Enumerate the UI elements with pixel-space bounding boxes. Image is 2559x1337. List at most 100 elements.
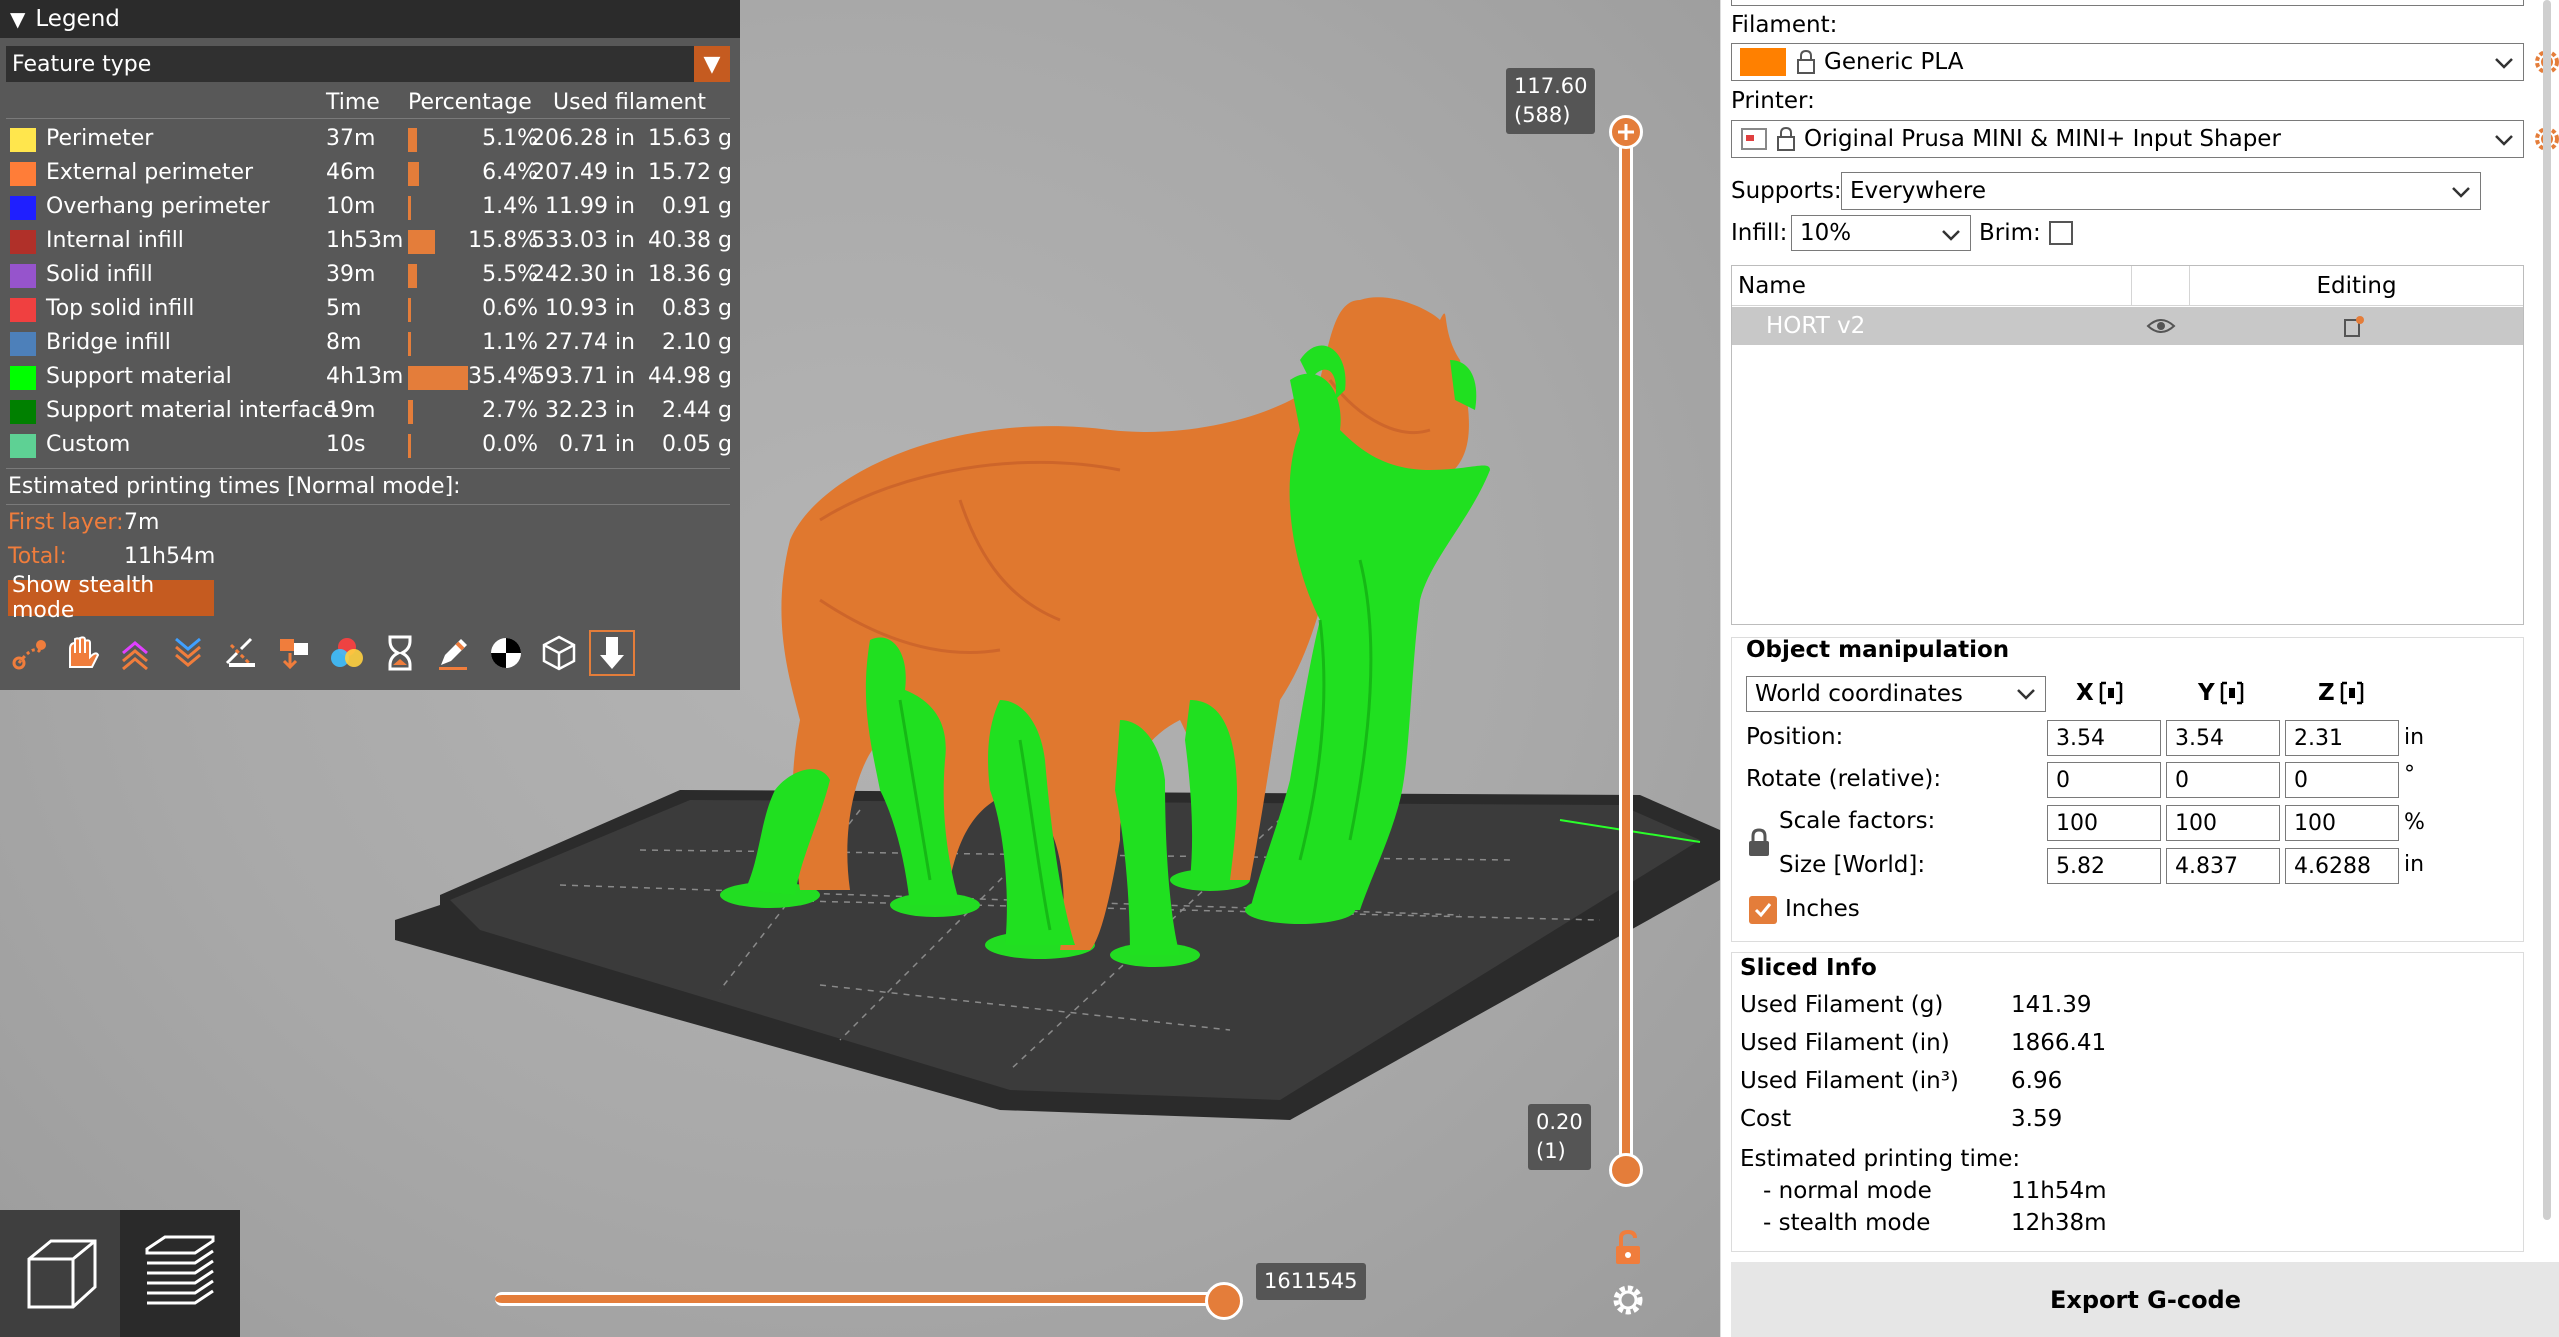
axis-z-icon: [2340, 681, 2363, 705]
axis-y-icon: [2220, 681, 2243, 705]
wipe-icon[interactable]: [59, 630, 105, 676]
rotate-unit: °: [2404, 762, 2415, 787]
scale-z-input[interactable]: 100: [2285, 805, 2399, 841]
center-of-gravity-icon[interactable]: [483, 630, 529, 676]
scale-x-input[interactable]: 100: [2047, 805, 2161, 841]
object-name: HORT v2: [1766, 313, 1866, 339]
scale-label: Scale factors:: [1779, 808, 1936, 834]
edit-object-icon[interactable]: [2342, 313, 2368, 339]
color-changes-icon[interactable]: [324, 630, 370, 676]
legend-row[interactable]: Support material interface 19m 2.7% 32.23 i…: [0, 394, 740, 428]
legend-percentage-bar: [408, 230, 435, 254]
position-x-input[interactable]: 3.54: [2047, 720, 2161, 756]
brim-checkbox[interactable]: [2049, 221, 2073, 245]
scale-lock-icon[interactable]: [1747, 828, 1771, 858]
rotate-x-input[interactable]: 0: [2047, 762, 2161, 798]
size-x-input[interactable]: 5.82: [2047, 848, 2161, 884]
size-z-input[interactable]: 4.6288: [2285, 848, 2399, 884]
shells-icon[interactable]: [536, 630, 582, 676]
legend-row[interactable]: Internal infill 1h53m 15.8% 533.03 in 40.38 …: [0, 224, 740, 258]
top-layer-tooltip: 117.60 (588): [1506, 68, 1596, 134]
travel-icon[interactable]: [6, 630, 52, 676]
layer-slider-top-handle[interactable]: [1609, 115, 1643, 149]
legend-color-swatch: [10, 400, 36, 424]
used-filament-in-label: Used Filament (in): [1740, 1030, 1950, 1056]
legend-header[interactable]: ▼ Legend: [0, 0, 740, 38]
legend-row[interactable]: Bridge infill 8m 1.1% 27.74 in 2.10 g: [0, 326, 740, 360]
legend-feature-name: Support material interface: [46, 398, 337, 423]
legend-feature-name: External perimeter: [46, 160, 254, 185]
first-layer-label: First layer:: [8, 510, 124, 535]
layer-slider-track[interactable]: [1619, 122, 1633, 1172]
supports-combo[interactable]: Everywhere: [1841, 172, 2481, 210]
deretractions-icon[interactable]: [165, 630, 211, 676]
legend-row[interactable]: Solid infill 39m 5.5% 242.30 in 18.36 g: [0, 258, 740, 292]
legend-row[interactable]: Top solid infill 5m 0.6% 10.93 in 0.83 g: [0, 292, 740, 326]
used-filament-in3-value: 6.96: [2011, 1068, 2063, 1094]
legend-row[interactable]: Support material 4h13m 35.4% 593.71 in 44.98…: [0, 360, 740, 394]
object-list[interactable]: Name Editing HORT v2: [1731, 265, 2524, 625]
pause-icon[interactable]: [377, 630, 423, 676]
coordinates-combo[interactable]: World coordinates: [1746, 676, 2046, 712]
3d-view-button[interactable]: [0, 1210, 120, 1337]
scale-y-input[interactable]: 100: [2166, 805, 2280, 841]
rotate-y-input[interactable]: 0: [2166, 762, 2280, 798]
show-stealth-mode-button[interactable]: Show stealth mode: [8, 573, 214, 623]
legend-length: 27.74 in: [544, 330, 635, 355]
legend-row[interactable]: Custom 10s 0.0% 0.71 in 0.05 g: [0, 428, 740, 462]
export-gcode-button[interactable]: Export G-code: [1731, 1262, 2559, 1337]
object-row[interactable]: HORT v2: [1732, 307, 2523, 345]
3d-viewport[interactable]: ▼ Legend Feature type ▼ Time Percentage …: [0, 0, 1720, 1337]
tool-marker-icon[interactable]: [589, 630, 635, 676]
column-editing[interactable]: Editing: [2190, 266, 2523, 306]
filament-combo[interactable]: Generic PLA: [1731, 43, 2524, 81]
total-value: 11h54m: [124, 544, 216, 569]
move-slider-handle[interactable]: [1205, 1282, 1243, 1320]
rotate-z-input[interactable]: 0: [2285, 762, 2399, 798]
column-visibility[interactable]: [2132, 266, 2190, 306]
axis-z-label: Z: [2318, 680, 2335, 706]
legend-row[interactable]: External perimeter 46m 6.4% 207.49 in 15.72 …: [0, 156, 740, 190]
tool-changes-icon[interactable]: [271, 630, 317, 676]
used-filament-g-label: Used Filament (g): [1740, 992, 1944, 1018]
collapse-triangle-icon[interactable]: ▼: [10, 7, 25, 31]
chevron-down-icon: [2495, 135, 2513, 146]
printer-combo[interactable]: Original Prusa MINI & MINI+ Input Shaper: [1731, 120, 2524, 158]
legend-length: 11.99 in: [544, 194, 635, 219]
legend-row[interactable]: Overhang perimeter 10m 1.4% 11.99 in 0.91 g: [0, 190, 740, 224]
retractions-icon[interactable]: [112, 630, 158, 676]
eye-icon[interactable]: [2146, 316, 2176, 336]
column-name[interactable]: Name: [1732, 266, 2132, 306]
lock-icon: [1777, 126, 1795, 151]
panel-scrollbar[interactable]: [2543, 0, 2551, 1220]
header-time: Time: [326, 90, 380, 115]
size-y-input[interactable]: 4.837: [2166, 848, 2280, 884]
legend-percentage: 15.8%: [468, 228, 538, 253]
legend-time: 10s: [326, 432, 366, 457]
custom-gcode-icon[interactable]: [430, 630, 476, 676]
lock-icon: [1797, 49, 1815, 74]
layer-slider-bottom-handle[interactable]: [1609, 1153, 1643, 1187]
legend-color-swatch: [10, 230, 36, 254]
infill-combo[interactable]: 10%: [1791, 215, 1971, 251]
legend-column-headers: Time Percentage Used filament: [0, 84, 740, 118]
legend-row[interactable]: Perimeter 37m 5.1% 206.28 in 15.63 g: [0, 122, 740, 156]
dropdown-arrow-icon[interactable]: ▼: [694, 46, 730, 82]
position-z-input[interactable]: 2.31: [2285, 720, 2399, 756]
legend-percentage-bar: [408, 162, 419, 186]
position-y-input[interactable]: 3.54: [2166, 720, 2280, 756]
seams-icon[interactable]: [218, 630, 264, 676]
supports-value: Everywhere: [1850, 178, 1987, 204]
layers-view-button[interactable]: [120, 1210, 240, 1337]
used-filament-in-value: 1866.41: [2011, 1030, 2107, 1056]
slider-settings-gear-icon[interactable]: [1608, 1280, 1648, 1326]
unlock-icon[interactable]: [1608, 1228, 1648, 1274]
inches-checkbox[interactable]: [1749, 896, 1777, 924]
view-type-dropdown[interactable]: Feature type ▼: [6, 46, 730, 82]
move-slider-track[interactable]: [495, 1292, 1225, 1306]
filament-color-swatch[interactable]: [1740, 48, 1786, 76]
column-editing-label: Editing: [2316, 272, 2397, 299]
legend-length: 206.28 in: [530, 126, 635, 151]
axis-x-icon: [2099, 681, 2122, 705]
legend-weight: 0.05 g: [662, 432, 732, 457]
